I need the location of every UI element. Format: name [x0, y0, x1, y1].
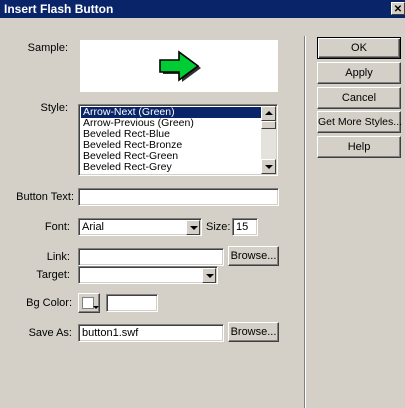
- arrow-next-icon: [159, 50, 201, 82]
- chevron-down-icon: [93, 306, 99, 309]
- button-text-input[interactable]: [78, 188, 279, 206]
- button-text-label: Button Text:: [16, 191, 74, 203]
- style-scrollbar[interactable]: [261, 106, 276, 174]
- link-input[interactable]: [78, 248, 224, 266]
- bg-color-label: Bg Color:: [26, 297, 72, 309]
- sample-preview: [80, 40, 278, 92]
- cancel-button[interactable]: Cancel: [317, 87, 401, 109]
- size-input[interactable]: 15: [232, 218, 258, 236]
- close-button[interactable]: ✕: [391, 2, 405, 15]
- title-bar: Insert Flash Button ✕: [0, 0, 405, 18]
- style-listbox[interactable]: Arrow-Next (Green) Arrow-Previous (Green…: [78, 104, 278, 176]
- save-as-label: Save As:: [28, 327, 72, 339]
- browse-save-button[interactable]: Browse...: [228, 322, 279, 342]
- font-label: Font:: [44, 221, 70, 233]
- bg-color-hex-input[interactable]: [106, 294, 158, 312]
- scroll-down-button[interactable]: [261, 159, 276, 174]
- chevron-down-icon[interactable]: [186, 220, 200, 235]
- style-label: Style:: [40, 102, 68, 114]
- link-label: Link:: [46, 251, 70, 263]
- scroll-up-button[interactable]: [261, 106, 276, 121]
- vertical-divider: [304, 36, 306, 408]
- font-select[interactable]: Arial: [78, 218, 202, 236]
- target-label: Target:: [36, 269, 70, 281]
- color-picker-button[interactable]: [78, 293, 100, 313]
- ok-button[interactable]: OK: [317, 37, 401, 59]
- font-select-value: Arial: [82, 221, 105, 233]
- chevron-down-icon[interactable]: [202, 268, 216, 283]
- scroll-thumb[interactable]: [261, 121, 276, 129]
- browse-link-button[interactable]: Browse...: [228, 246, 279, 266]
- get-more-styles-button[interactable]: Get More Styles...: [317, 111, 402, 133]
- window-title: Insert Flash Button: [4, 2, 114, 16]
- sample-label: Sample:: [27, 42, 68, 54]
- size-label: Size:: [206, 221, 231, 233]
- apply-button[interactable]: Apply: [317, 62, 401, 84]
- help-button[interactable]: Help: [317, 136, 401, 158]
- target-select[interactable]: [78, 266, 218, 284]
- save-as-input[interactable]: button1.swf: [78, 324, 224, 342]
- style-option[interactable]: Beveled Rect-Grey: [81, 162, 263, 173]
